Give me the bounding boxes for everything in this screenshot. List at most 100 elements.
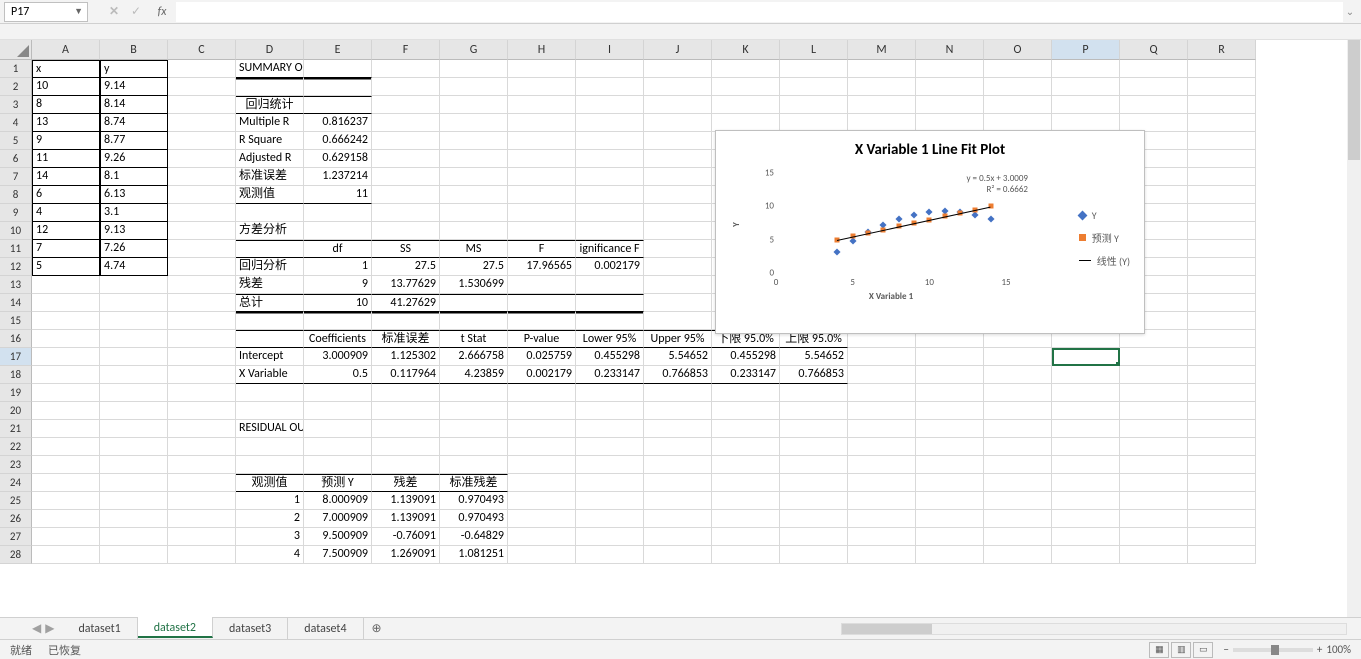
cell-R7[interactable] <box>1188 168 1256 186</box>
cell-I2[interactable] <box>576 78 644 96</box>
cell-P18[interactable] <box>1052 366 1120 384</box>
cell-R27[interactable] <box>1188 528 1256 546</box>
cell-C27[interactable] <box>168 528 236 546</box>
cell-I19[interactable] <box>576 384 644 402</box>
cell-I3[interactable] <box>576 96 644 114</box>
cell-D27[interactable]: 3 <box>236 528 304 546</box>
cell-A13[interactable] <box>32 276 100 294</box>
cell-L1[interactable] <box>780 60 848 78</box>
column-header-O[interactable]: O <box>984 40 1052 60</box>
cell-J16[interactable]: Upper 95% <box>644 330 712 348</box>
cell-C25[interactable] <box>168 492 236 510</box>
sheet-tab-dataset3[interactable]: dataset3 <box>213 618 288 639</box>
cell-J11[interactable] <box>644 240 712 258</box>
cell-B5[interactable]: 8.77 <box>100 132 168 150</box>
cell-M20[interactable] <box>848 402 916 420</box>
cell-F24[interactable]: 残差 <box>372 474 440 492</box>
cell-J6[interactable] <box>644 150 712 168</box>
cell-P17[interactable] <box>1052 348 1120 366</box>
column-header-K[interactable]: K <box>712 40 780 60</box>
cell-D22[interactable] <box>236 438 304 456</box>
cell-F26[interactable]: 1.139091 <box>372 510 440 528</box>
cell-B6[interactable]: 9.26 <box>100 150 168 168</box>
sheet-tab-dataset2[interactable]: dataset2 <box>138 617 213 638</box>
cell-O24[interactable] <box>984 474 1052 492</box>
column-header-I[interactable]: I <box>576 40 644 60</box>
cell-F23[interactable] <box>372 456 440 474</box>
cell-E16[interactable]: Coefficients <box>304 330 372 348</box>
cell-H5[interactable] <box>508 132 576 150</box>
cell-J20[interactable] <box>644 402 712 420</box>
cell-G19[interactable] <box>440 384 508 402</box>
cell-I12[interactable]: 0.002179 <box>576 258 644 276</box>
cell-C15[interactable] <box>168 312 236 330</box>
cell-B18[interactable] <box>100 366 168 384</box>
cell-A25[interactable] <box>32 492 100 510</box>
row-header-2[interactable]: 2 <box>0 78 32 96</box>
cell-R26[interactable] <box>1188 510 1256 528</box>
cell-G28[interactable]: 1.081251 <box>440 546 508 564</box>
cell-F7[interactable] <box>372 168 440 186</box>
cell-I26[interactable] <box>576 510 644 528</box>
cell-G3[interactable] <box>440 96 508 114</box>
cell-B23[interactable] <box>100 456 168 474</box>
cell-C1[interactable] <box>168 60 236 78</box>
cell-M19[interactable] <box>848 384 916 402</box>
cell-R18[interactable] <box>1188 366 1256 384</box>
cell-Q28[interactable] <box>1120 546 1188 564</box>
cell-D10[interactable]: 方差分析 <box>236 222 304 240</box>
zoom-in-icon[interactable]: + <box>1317 643 1322 656</box>
cell-M1[interactable] <box>848 60 916 78</box>
cell-Q21[interactable] <box>1120 420 1188 438</box>
cell-A4[interactable]: 13 <box>32 114 100 132</box>
cell-K19[interactable] <box>712 384 780 402</box>
cell-H6[interactable] <box>508 150 576 168</box>
cell-Q2[interactable] <box>1120 78 1188 96</box>
cell-F15[interactable] <box>372 312 440 330</box>
cell-N24[interactable] <box>916 474 984 492</box>
cell-R4[interactable] <box>1188 114 1256 132</box>
cell-J28[interactable] <box>644 546 712 564</box>
cell-J25[interactable] <box>644 492 712 510</box>
row-header-16[interactable]: 16 <box>0 330 32 348</box>
row-header-3[interactable]: 3 <box>0 96 32 114</box>
cell-G9[interactable] <box>440 204 508 222</box>
cell-Q20[interactable] <box>1120 402 1188 420</box>
cell-P26[interactable] <box>1052 510 1120 528</box>
row-header-21[interactable]: 21 <box>0 420 32 438</box>
cell-A23[interactable] <box>32 456 100 474</box>
column-header-D[interactable]: D <box>236 40 304 60</box>
cell-A5[interactable]: 9 <box>32 132 100 150</box>
cell-A11[interactable]: 7 <box>32 240 100 258</box>
cell-G18[interactable]: 4.23859 <box>440 366 508 384</box>
cell-I17[interactable]: 0.455298 <box>576 348 644 366</box>
cell-B13[interactable] <box>100 276 168 294</box>
cell-H21[interactable] <box>508 420 576 438</box>
cell-F25[interactable]: 1.139091 <box>372 492 440 510</box>
cell-R23[interactable] <box>1188 456 1256 474</box>
cell-F10[interactable] <box>372 222 440 240</box>
cell-K26[interactable] <box>712 510 780 528</box>
cell-P19[interactable] <box>1052 384 1120 402</box>
cell-H25[interactable] <box>508 492 576 510</box>
cell-A14[interactable] <box>32 294 100 312</box>
cell-G22[interactable] <box>440 438 508 456</box>
cell-R1[interactable] <box>1188 60 1256 78</box>
cell-I16[interactable]: Lower 95% <box>576 330 644 348</box>
cell-N3[interactable] <box>916 96 984 114</box>
cell-E20[interactable] <box>304 402 372 420</box>
cell-J1[interactable] <box>644 60 712 78</box>
cell-E15[interactable] <box>304 312 372 330</box>
cell-J8[interactable] <box>644 186 712 204</box>
cell-P22[interactable] <box>1052 438 1120 456</box>
row-header-10[interactable]: 10 <box>0 222 32 240</box>
cell-G5[interactable] <box>440 132 508 150</box>
cell-L3[interactable] <box>780 96 848 114</box>
cell-H4[interactable] <box>508 114 576 132</box>
cell-H3[interactable] <box>508 96 576 114</box>
cell-I21[interactable] <box>576 420 644 438</box>
cell-J3[interactable] <box>644 96 712 114</box>
cell-B16[interactable] <box>100 330 168 348</box>
column-header-Q[interactable]: Q <box>1120 40 1188 60</box>
cell-N19[interactable] <box>916 384 984 402</box>
